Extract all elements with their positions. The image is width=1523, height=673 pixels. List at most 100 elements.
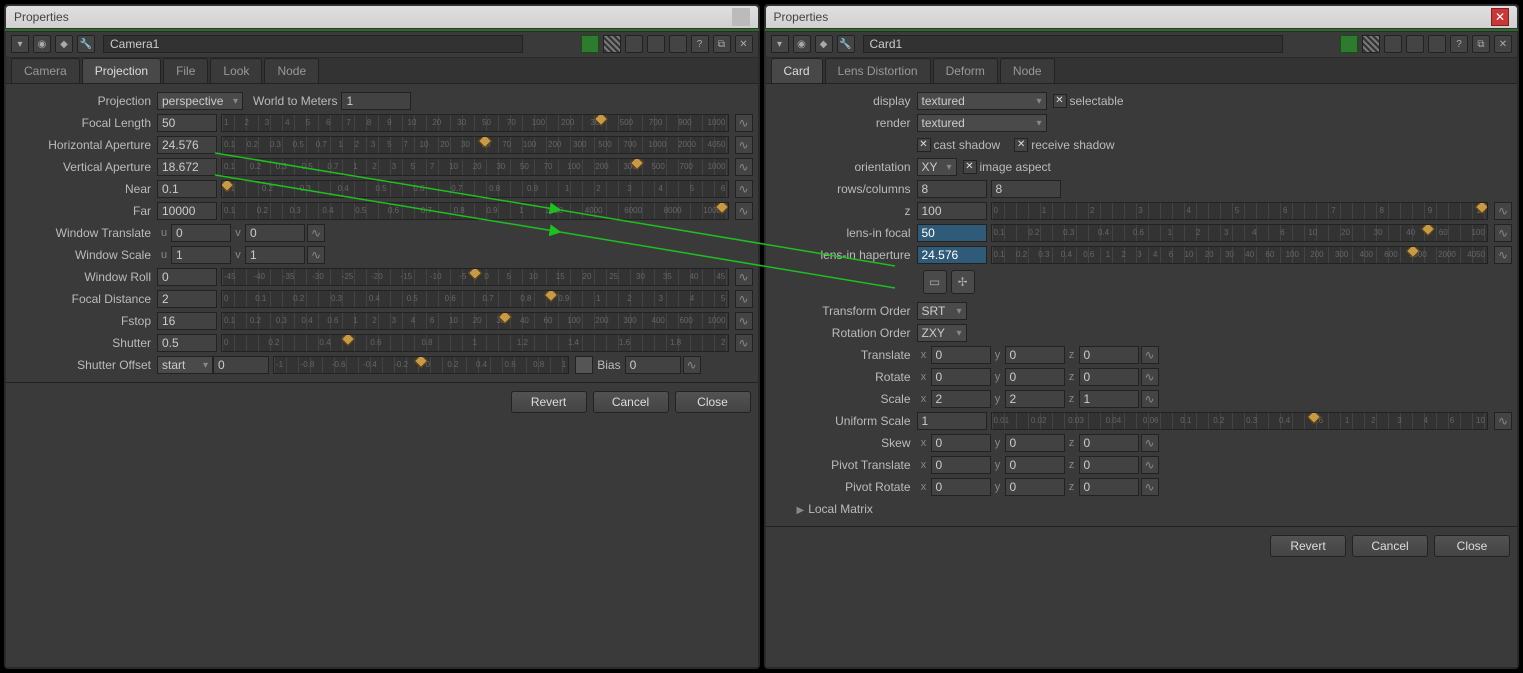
focal-length-field[interactable]: 50 <box>157 114 217 132</box>
rotate-z[interactable]: 0 <box>1079 368 1139 386</box>
titlebar[interactable]: Properties ✕ <box>765 5 1519 29</box>
cancel-button[interactable]: Cancel <box>593 391 669 413</box>
window-scale-v-field[interactable]: 1 <box>245 246 305 264</box>
lens-in-focal-slider[interactable]: 0.10.20.30.40.6123461020304060100 <box>991 224 1489 242</box>
rotate-y[interactable]: 0 <box>1005 368 1065 386</box>
lens-in-haperture-field[interactable]: 24.576 <box>917 246 987 264</box>
titlebar[interactable]: Properties <box>5 5 759 29</box>
image-aspect-checkbox[interactable]: ✕ <box>963 160 977 174</box>
anim-icon[interactable]: ∿ <box>1141 434 1159 452</box>
anim-icon[interactable]: ∿ <box>307 224 325 242</box>
cols-field[interactable]: 8 <box>991 180 1061 198</box>
horizontal-aperture-field[interactable]: 24.576 <box>157 136 217 154</box>
translate-z[interactable]: 0 <box>1079 346 1139 364</box>
uniform-scale-field[interactable]: 1 <box>917 412 987 430</box>
help-icon[interactable]: ? <box>1450 35 1468 53</box>
window-roll-slider[interactable]: -45-40-35-30-25-20-15-10-505101520253035… <box>221 268 729 286</box>
shutter-offset-field[interactable]: 0 <box>213 356 269 374</box>
pivot-rotate-x[interactable]: 0 <box>931 478 991 496</box>
horizontal-aperture-slider[interactable]: 0.10.20.30.50.71235710203050701002003005… <box>221 136 729 154</box>
bias-field[interactable]: 0 <box>625 356 681 374</box>
triangle-icon[interactable]: ▾ <box>771 35 789 53</box>
close-panel-icon[interactable]: ✕ <box>735 35 753 53</box>
move-transform-icon[interactable]: ✢ <box>951 270 975 294</box>
anim-icon[interactable]: ∿ <box>735 136 753 154</box>
display-select[interactable]: textured <box>917 92 1047 110</box>
next-icon[interactable] <box>1406 35 1424 53</box>
pivot-translate-x[interactable]: 0 <box>931 456 991 474</box>
anim-icon[interactable]: ∿ <box>1141 456 1159 474</box>
world-to-meters-field[interactable]: 1 <box>341 92 411 110</box>
close-button[interactable]: Close <box>1434 535 1510 557</box>
tab-node[interactable]: Node <box>264 58 319 83</box>
close-button[interactable]: Close <box>675 391 751 413</box>
revert-button[interactable]: Revert <box>511 391 587 413</box>
window-translate-v-field[interactable]: 0 <box>245 224 305 242</box>
near-slider[interactable]: 0.10.20.30.40.50.60.70.80.9123456 <box>221 180 729 198</box>
anim-icon[interactable]: ∿ <box>1141 478 1159 496</box>
undo-icon[interactable] <box>669 35 687 53</box>
pivot-rotate-z[interactable]: 0 <box>1079 478 1139 496</box>
anim-icon[interactable]: ∿ <box>1141 368 1159 386</box>
rotate-x[interactable]: 0 <box>931 368 991 386</box>
bias-check[interactable] <box>575 356 593 374</box>
anim-icon[interactable]: ∿ <box>735 334 753 352</box>
projection-select[interactable]: perspective <box>157 92 243 110</box>
anim-icon[interactable]: ∿ <box>1494 224 1512 242</box>
node-name-field[interactable]: Camera1 <box>103 35 523 53</box>
transform-order-select[interactable]: SRT <box>917 302 967 320</box>
popout-icon[interactable]: ⧉ <box>1472 35 1490 53</box>
shutter-offset-mode[interactable]: start <box>157 356 213 374</box>
lens-in-focal-field[interactable]: 50 <box>917 224 987 242</box>
next-icon[interactable] <box>647 35 665 53</box>
focal-distance-slider[interactable]: 00.10.20.30.40.50.60.70.80.912345 <box>221 290 729 308</box>
fstop-field[interactable]: 16 <box>157 312 217 330</box>
scale-y[interactable]: 2 <box>1005 390 1065 408</box>
help-icon[interactable]: ? <box>691 35 709 53</box>
shutter-offset-slider[interactable]: -1-0.8-0.6-0.4-0.200.20.40.60.81 <box>273 356 569 374</box>
keyframe-icon[interactable]: ◆ <box>55 35 73 53</box>
triangle-icon[interactable]: ▾ <box>11 35 29 53</box>
close-panel-icon[interactable]: ✕ <box>1494 35 1512 53</box>
far-slider[interactable]: 0.10.20.30.40.50.60.70.80.91200040006000… <box>221 202 729 220</box>
anim-icon[interactable]: ∿ <box>735 114 753 132</box>
anim-icon[interactable]: ∿ <box>735 312 753 330</box>
skew-x[interactable]: 0 <box>931 434 991 452</box>
translate-y[interactable]: 0 <box>1005 346 1065 364</box>
pivot-translate-z[interactable]: 0 <box>1079 456 1139 474</box>
anim-icon[interactable]: ∿ <box>1494 202 1512 220</box>
lens-in-haperture-slider[interactable]: 0.10.20.30.40.61234610203040601002003004… <box>991 246 1489 264</box>
tab-look[interactable]: Look <box>210 58 262 83</box>
receive-shadow-checkbox[interactable]: ✕ <box>1014 138 1028 152</box>
node-color-chip[interactable] <box>1340 35 1358 53</box>
revert-button[interactable]: Revert <box>1270 535 1346 557</box>
tab-camera[interactable]: Camera <box>11 58 80 83</box>
eye-icon[interactable]: ◉ <box>793 35 811 53</box>
cast-shadow-checkbox[interactable]: ✕ <box>917 138 931 152</box>
vertical-aperture-slider[interactable]: 0.10.20.30.50.71235710203050701002003005… <box>221 158 729 176</box>
tab-lens-distortion[interactable]: Lens Distortion <box>825 58 931 83</box>
uniform-scale-slider[interactable]: 0.010.020.030.040.060.10.20.30.40.612346… <box>991 412 1489 430</box>
anim-icon[interactable]: ∿ <box>1141 346 1159 364</box>
cancel-button[interactable]: Cancel <box>1352 535 1428 557</box>
anim-icon[interactable]: ∿ <box>1141 390 1159 408</box>
selectable-checkbox[interactable]: ✕ <box>1053 94 1067 108</box>
tab-card[interactable]: Card <box>771 58 823 83</box>
z-slider[interactable]: 012345678910 <box>991 202 1489 220</box>
wrench-icon[interactable]: 🔧 <box>77 35 95 53</box>
skew-z[interactable]: 0 <box>1079 434 1139 452</box>
prev-icon[interactable] <box>625 35 643 53</box>
hatch-chip-icon[interactable] <box>603 35 621 53</box>
anim-icon[interactable]: ∿ <box>1494 412 1512 430</box>
shutter-slider[interactable]: 00.20.40.60.811.21.41.61.82 <box>221 334 729 352</box>
anim-icon[interactable]: ∿ <box>735 290 753 308</box>
copy-transform-icon[interactable]: ▭ <box>923 270 947 294</box>
node-color-chip[interactable] <box>581 35 599 53</box>
anim-icon[interactable]: ∿ <box>735 180 753 198</box>
focal-length-slider[interactable]: 1234567891020305070100200300500700900100… <box>221 114 729 132</box>
focal-distance-field[interactable]: 2 <box>157 290 217 308</box>
anim-icon[interactable]: ∿ <box>735 158 753 176</box>
near-field[interactable]: 0.1 <box>157 180 217 198</box>
eye-icon[interactable]: ◉ <box>33 35 51 53</box>
rows-field[interactable]: 8 <box>917 180 987 198</box>
